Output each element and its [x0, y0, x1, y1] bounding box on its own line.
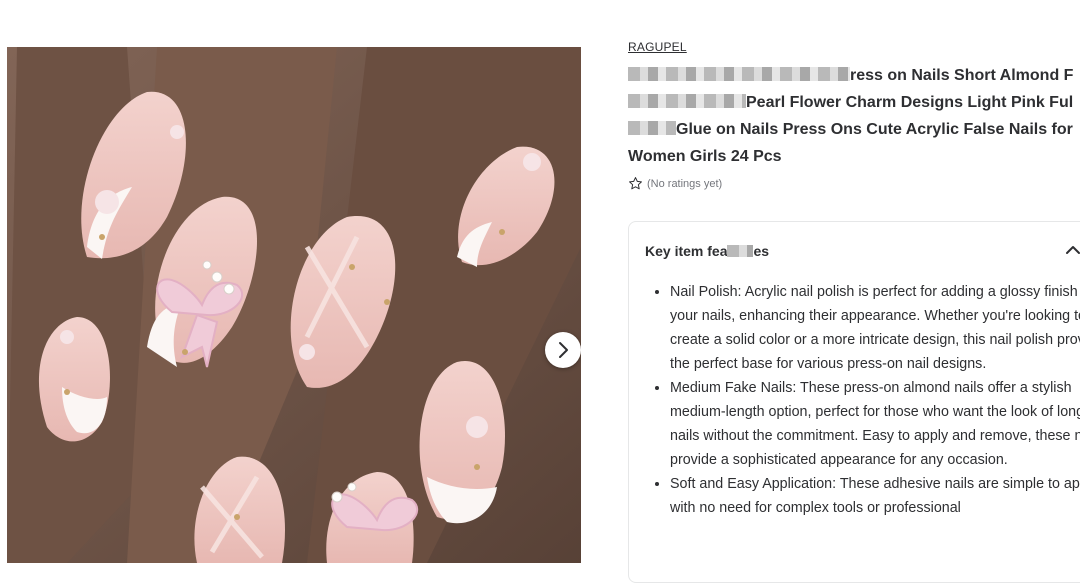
redacted-block — [628, 67, 850, 81]
features-heading[interactable]: Key item fea es — [645, 243, 769, 259]
list-item: Nail Polish: Acrylic nail polish is perf… — [670, 280, 1080, 376]
chevron-up-icon[interactable] — [1065, 244, 1080, 256]
key-features-panel: Key item feaes Nail Polish: Acrylic nail… — [628, 221, 1080, 583]
redacted-block — [628, 121, 676, 135]
list-item: Soft and Easy Application: These adhesiv… — [670, 472, 1080, 520]
product-image[interactable] — [7, 47, 581, 563]
chevron-right-icon — [559, 342, 568, 358]
title-line-2: Pearl Flower Charm Designs Light Pink Fu… — [628, 89, 1080, 116]
product-title: ress on Nails Short Almond F Pearl Flowe… — [628, 62, 1080, 170]
title-line-1: ress on Nails Short Almond F — [628, 62, 1080, 89]
redacted-block — [628, 94, 746, 108]
rating-text: (No ratings yet) — [647, 177, 723, 190]
brand-link[interactable]: RAGUPEL — [628, 40, 687, 54]
list-item: Medium Fake Nails: These press-on almond… — [670, 376, 1080, 472]
star-outline-icon — [629, 177, 642, 190]
nails-photo — [7, 47, 581, 563]
title-line-3: Glue on Nails Press Ons Cute Acrylic Fal… — [628, 116, 1080, 143]
title-line-4: Women Girls 24 Pcs — [628, 148, 782, 165]
features-list: Nail Polish: Acrylic nail polish is perf… — [645, 280, 1080, 520]
next-image-button[interactable] — [545, 332, 581, 368]
rating-row[interactable]: (No ratings yet) — [628, 176, 722, 191]
redacted-block — [727, 245, 754, 257]
